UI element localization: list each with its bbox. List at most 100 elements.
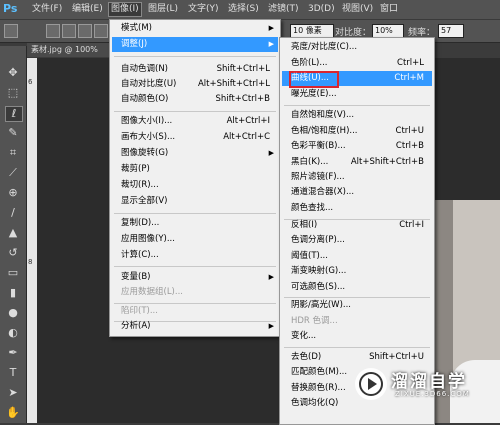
menu-image[interactable]: 图像(I)	[108, 2, 142, 17]
menu-item-image-size[interactable]: 图像大小(I)... Alt+Ctrl+I	[112, 114, 278, 129]
add-selection-icon[interactable]	[62, 24, 76, 38]
ruler-mark: 8	[28, 258, 33, 266]
eyedropper-tool-icon[interactable]: ⟋	[5, 166, 21, 180]
menu-item-levels[interactable]: 色阶(L)... Ctrl+L	[282, 56, 432, 71]
menu-item-desaturate[interactable]: 去色(D) Shift+Ctrl+U	[282, 350, 432, 365]
menu-item-shortcut: Ctrl+M	[394, 73, 424, 83]
menu-item-threshold[interactable]: 阈值(T)...	[282, 249, 432, 264]
menu-item-label: 匹配颜色(M)...	[291, 367, 348, 377]
menu-item-analysis[interactable]: 分析(A) ▶	[112, 319, 278, 334]
submenu-arrow-icon: ▶	[268, 273, 274, 281]
menu-separator	[114, 56, 276, 57]
menu-item-invert[interactable]: 反相(I) Ctrl+I	[282, 218, 432, 233]
menu-bar: Ps 文件(F) 编辑(E) 图像(I) 图层(L) 文字(Y) 选择(S) 滤…	[0, 0, 500, 19]
menu-window[interactable]: 窗口	[378, 3, 400, 16]
menu-item-label: 模式(M)	[121, 23, 152, 33]
vertical-ruler: 6 8	[27, 58, 37, 423]
stamp-tool-icon[interactable]: ▲	[5, 226, 21, 240]
menu-item-variables[interactable]: 变量(B) ▶	[112, 270, 278, 285]
menu-item-label: 曝光度(E)...	[291, 89, 337, 99]
menu-item-trim[interactable]: 裁切(R)...	[112, 178, 278, 193]
menu-separator	[114, 266, 276, 267]
submenu-arrow-icon: ▶	[268, 322, 274, 330]
history-brush-tool-icon[interactable]: ↺	[5, 246, 21, 260]
menu-item-reveal-all[interactable]: 显示全部(V)	[112, 194, 278, 209]
menu-item-posterize[interactable]: 色调分离(P)...	[282, 233, 432, 248]
lasso-tool-icon[interactable]: ℓ	[5, 106, 23, 122]
eraser-tool-icon[interactable]: ▭	[5, 266, 21, 280]
hand-tool-icon[interactable]: ✋	[5, 406, 21, 420]
contrast-field[interactable]: 10%	[372, 24, 404, 38]
menu-item-curves[interactable]: 曲线(U)... Ctrl+M	[282, 71, 432, 88]
menu-item-crop[interactable]: 裁剪(P)	[112, 162, 278, 177]
menu-item-label: 照片滤镜(F)...	[291, 172, 345, 182]
move-tool-icon[interactable]: ✥	[5, 66, 21, 80]
subtract-selection-icon[interactable]	[78, 24, 92, 38]
menu-item-apply-image[interactable]: 应用图像(Y)...	[112, 232, 278, 247]
width-field[interactable]: 10 像素	[290, 24, 334, 38]
menu-item-adjustments[interactable]: 调整(J) ▶	[112, 37, 278, 52]
menu-edit[interactable]: 编辑(E)	[70, 3, 105, 16]
menu-3d[interactable]: 3D(D)	[306, 3, 337, 16]
blur-tool-icon[interactable]: ●	[5, 306, 21, 320]
menu-item-color-balance[interactable]: 色彩平衡(B)... Ctrl+B	[282, 139, 432, 154]
menu-item-variations[interactable]: 变化...	[282, 329, 432, 344]
watermark-subtitle: ZIXUE.3D66.COM	[395, 390, 470, 398]
menu-item-label: 阴影/高光(W)...	[291, 300, 352, 310]
menu-item-calculations[interactable]: 计算(C)...	[112, 248, 278, 263]
menu-item-label: 色调均化(Q)	[291, 398, 339, 408]
menu-item-brightness-contrast[interactable]: 亮度/对比度(C)...	[282, 40, 432, 55]
document-tab[interactable]: 素材.jpg @ 100%	[27, 43, 111, 57]
quick-select-tool-icon[interactable]: ✎	[5, 126, 21, 140]
menu-item-label: 图像大小(I)...	[121, 116, 173, 126]
menu-item-gradient-map[interactable]: 渐变映射(G)...	[282, 264, 432, 279]
new-selection-icon[interactable]	[46, 24, 60, 38]
menu-item-selective-color[interactable]: 可选颜色(S)...	[282, 280, 432, 295]
menu-item-shortcut: Alt+Shift+Ctrl+L	[197, 79, 270, 89]
menu-item-label: 裁剪(P)	[121, 164, 150, 174]
healing-tool-icon[interactable]: ⊕	[5, 186, 21, 200]
menu-view[interactable]: 视图(V)	[340, 3, 375, 16]
menu-item-hue-saturation[interactable]: 色相/饱和度(H)... Ctrl+U	[282, 124, 432, 139]
menu-item-image-rotation[interactable]: 图像旋转(G) ▶	[112, 146, 278, 161]
menu-item-mode[interactable]: 模式(M) ▶	[112, 21, 278, 36]
menu-item-canvas-size[interactable]: 画布大小(S)... Alt+Ctrl+C	[112, 130, 278, 145]
menu-item-shortcut: Alt+Shift+Ctrl+B	[350, 157, 424, 167]
menu-layer[interactable]: 图层(L)	[146, 3, 180, 16]
menu-item-label: 自动颜色(O)	[121, 94, 169, 104]
frequency-field[interactable]: 57	[438, 24, 464, 38]
menu-item-shortcut: Ctrl+I	[399, 220, 424, 230]
menu-item-black-white[interactable]: 黑白(K)... Alt+Shift+Ctrl+B	[282, 155, 432, 170]
menu-select[interactable]: 选择(S)	[226, 3, 261, 16]
intersect-selection-icon[interactable]	[94, 24, 108, 38]
menu-item-label: 色相/饱和度(H)...	[291, 126, 358, 136]
menu-item-channel-mixer[interactable]: 通道混合器(X)...	[282, 185, 432, 200]
lasso-preset-icon[interactable]	[4, 24, 18, 38]
pen-tool-icon[interactable]: ✒	[5, 346, 21, 360]
menu-item-label: 自动色调(N)	[121, 64, 168, 74]
dodge-tool-icon[interactable]: ◐	[5, 326, 21, 340]
brush-tool-icon[interactable]: /	[5, 206, 21, 220]
menu-item-label: 显示全部(V)	[121, 196, 168, 206]
menu-item-duplicate[interactable]: 复制(D)...	[112, 216, 278, 231]
menu-filter[interactable]: 滤镜(T)	[266, 3, 301, 16]
menu-file[interactable]: 文件(F)	[30, 3, 64, 16]
menu-item-auto-contrast[interactable]: 自动对比度(U) Alt+Shift+Ctrl+L	[112, 77, 278, 92]
submenu-arrow-icon: ▶	[268, 40, 274, 48]
crop-tool-icon[interactable]: ⌗	[5, 146, 21, 160]
path-select-tool-icon[interactable]: ➤	[5, 386, 21, 400]
gradient-tool-icon[interactable]: ▮	[5, 286, 21, 300]
menu-item-vibrance[interactable]: 自然饱和度(V)...	[282, 108, 432, 123]
menu-item-shadows-highlights[interactable]: 阴影/高光(W)...	[282, 298, 432, 313]
menu-item-auto-color[interactable]: 自动颜色(O) Shift+Ctrl+B	[112, 92, 278, 107]
menu-item-label: 陷印(T)...	[121, 306, 158, 316]
menu-item-exposure[interactable]: 曝光度(E)...	[282, 87, 432, 102]
menu-item-photo-filter[interactable]: 照片滤镜(F)...	[282, 170, 432, 185]
menu-item-auto-tone[interactable]: 自动色调(N) Shift+Ctrl+L	[112, 62, 278, 77]
text-tool-icon[interactable]: T	[5, 366, 21, 380]
menu-item-hdr-toning: HDR 色调...	[282, 314, 432, 329]
menu-item-label: 画布大小(S)...	[121, 132, 176, 142]
menu-item-color-lookup[interactable]: 颜色查找...	[282, 201, 432, 216]
marquee-tool-icon[interactable]: ⬚	[5, 86, 21, 100]
menu-type[interactable]: 文字(Y)	[186, 3, 221, 16]
